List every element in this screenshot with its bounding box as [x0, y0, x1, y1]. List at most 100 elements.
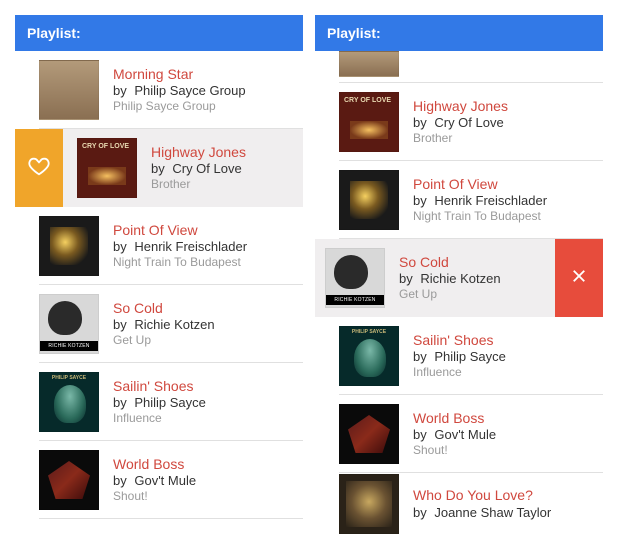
track-album: Get Up: [399, 287, 501, 302]
track-artist: by Richie Kotzen: [399, 271, 501, 287]
track-title: Morning Star: [113, 66, 246, 84]
track-cell[interactable]: So Coldby Richie KotzenGet Up: [15, 285, 303, 363]
playlist-header-label: Playlist:: [27, 25, 81, 41]
artist-name: Philip Sayce Group: [131, 83, 246, 98]
track-cell[interactable]: Highway Jonesby Cry Of LoveBrother: [63, 129, 303, 207]
track-row[interactable]: Point Of Viewby Henrik FreischladerNight…: [315, 161, 603, 239]
track-album: Influence: [113, 411, 206, 426]
close-icon: [570, 267, 588, 290]
track-album: Night Train To Budapest: [413, 209, 547, 224]
track-cell[interactable]: Point Of Viewby Henrik FreischladerNight…: [15, 207, 303, 285]
track-row[interactable]: World Bossby Gov't MuleShout!: [15, 441, 303, 519]
album-cover: [339, 326, 399, 386]
by-label: by: [399, 271, 413, 286]
track-cell[interactable]: Who Do You Love?by Joanne Shaw Taylor: [315, 473, 603, 535]
track-cell[interactable]: Sailin' Shoesby Philip SayceInfluence: [15, 363, 303, 441]
track-cell[interactable]: Point Of Viewby Henrik FreischladerNight…: [315, 161, 603, 239]
track-artist: by Cry Of Love: [151, 161, 246, 177]
track-album: Shout!: [113, 489, 196, 504]
artist-name: Cry Of Love: [169, 161, 242, 176]
album-cover: [339, 51, 399, 77]
track-row[interactable]: Highway Jonesby Cry Of LoveBrother: [15, 129, 303, 207]
track-cell[interactable]: Morning Starby Philip Sayce GroupPhilip …: [15, 51, 303, 129]
track-row[interactable]: So Coldby Richie KotzenGet Up: [315, 239, 603, 317]
playlist-list[interactable]: Highway Jonesby Cry Of LoveBrother Point …: [315, 51, 603, 535]
track-album: Influence: [413, 365, 506, 380]
track-artist: by Richie Kotzen: [113, 317, 215, 333]
artist-name: Gov't Mule: [431, 427, 496, 442]
track-title: Who Do You Love?: [413, 487, 551, 505]
track-album: Brother: [151, 177, 246, 192]
track-row[interactable]: World Bossby Gov't MuleShout!: [315, 395, 603, 473]
album-cover: [39, 216, 99, 276]
artist-name: Henrik Freischlader: [431, 193, 547, 208]
album-cover: [77, 138, 137, 198]
track-cell[interactable]: World Bossby Gov't MuleShout!: [315, 395, 603, 473]
artist-name: Henrik Freischlader: [131, 239, 247, 254]
track-title: So Cold: [113, 300, 215, 318]
track-artist: by Gov't Mule: [413, 427, 496, 443]
track-album: Philip Sayce Group: [113, 99, 246, 114]
album-cover: [39, 450, 99, 510]
track-artist: by Joanne Shaw Taylor: [413, 505, 551, 521]
track-cell[interactable]: So Coldby Richie KotzenGet Up: [314, 239, 555, 317]
by-label: by: [413, 505, 427, 520]
artist-name: Philip Sayce: [431, 349, 506, 364]
artist-name: Richie Kotzen: [131, 317, 215, 332]
track-text: Highway Jonesby Cry Of LoveBrother: [151, 144, 246, 193]
phone-left: Playlist: Morning Starby Philip Sayce Gr…: [14, 14, 304, 542]
track-title: So Cold: [399, 254, 501, 272]
track-text: World Bossby Gov't MuleShout!: [413, 410, 496, 459]
track-title: World Boss: [413, 410, 496, 428]
album-cover: [339, 92, 399, 152]
delete-button[interactable]: [555, 239, 603, 317]
by-label: by: [113, 395, 127, 410]
track-title: Point Of View: [413, 176, 547, 194]
artist-name: Cry Of Love: [431, 115, 504, 130]
track-row[interactable]: Highway Jonesby Cry Of LoveBrother: [315, 83, 603, 161]
track-row[interactable]: Sailin' Shoesby Philip SayceInfluence: [15, 363, 303, 441]
track-artist: by Gov't Mule: [113, 473, 196, 489]
track-album: Night Train To Budapest: [113, 255, 247, 270]
artist-name: Gov't Mule: [131, 473, 196, 488]
album-cover: [339, 170, 399, 230]
by-label: by: [113, 239, 127, 254]
track-artist: by Henrik Freischlader: [413, 193, 547, 209]
artist-name: Philip Sayce: [131, 395, 206, 410]
by-label: by: [151, 161, 165, 176]
comparison-stage: Playlist: Morning Starby Philip Sayce Gr…: [0, 0, 618, 555]
track-row-partial[interactable]: [315, 51, 603, 83]
artist-name: Richie Kotzen: [417, 271, 501, 286]
track-row[interactable]: Sailin' Shoesby Philip SayceInfluence: [315, 317, 603, 395]
track-cell[interactable]: Highway Jonesby Cry Of LoveBrother: [315, 83, 603, 161]
artist-name: Joanne Shaw Taylor: [431, 505, 551, 520]
playlist-list[interactable]: Morning Starby Philip Sayce GroupPhilip …: [15, 51, 303, 519]
track-row[interactable]: Point Of Viewby Henrik FreischladerNight…: [15, 207, 303, 285]
playlist-header: Playlist:: [315, 15, 603, 51]
album-cover: [325, 248, 385, 308]
by-label: by: [413, 193, 427, 208]
by-label: by: [113, 473, 127, 488]
by-label: by: [413, 349, 427, 364]
track-artist: by Philip Sayce: [413, 349, 506, 365]
by-label: by: [113, 83, 127, 98]
track-text: Point Of Viewby Henrik FreischladerNight…: [413, 176, 547, 225]
track-artist: by Philip Sayce Group: [113, 83, 246, 99]
track-cell[interactable]: World Bossby Gov't MuleShout!: [15, 441, 303, 519]
by-label: by: [113, 317, 127, 332]
track-cell[interactable]: [315, 51, 603, 83]
track-title: World Boss: [113, 456, 196, 474]
heart-icon: [28, 155, 50, 182]
track-title: Highway Jones: [151, 144, 246, 162]
favorite-button[interactable]: [15, 129, 63, 207]
track-text: Who Do You Love?by Joanne Shaw Taylor: [413, 487, 551, 521]
track-row[interactable]: Morning Starby Philip Sayce GroupPhilip …: [15, 51, 303, 129]
track-artist: by Philip Sayce: [113, 395, 206, 411]
track-text: Morning Starby Philip Sayce GroupPhilip …: [113, 66, 246, 115]
track-album: Brother: [413, 131, 508, 146]
track-row[interactable]: So Coldby Richie KotzenGet Up: [15, 285, 303, 363]
track-row[interactable]: Who Do You Love?by Joanne Shaw Taylor: [315, 473, 603, 535]
track-cell[interactable]: Sailin' Shoesby Philip SayceInfluence: [315, 317, 603, 395]
track-text: Highway Jonesby Cry Of LoveBrother: [413, 98, 508, 147]
track-text: So Coldby Richie KotzenGet Up: [399, 254, 501, 303]
